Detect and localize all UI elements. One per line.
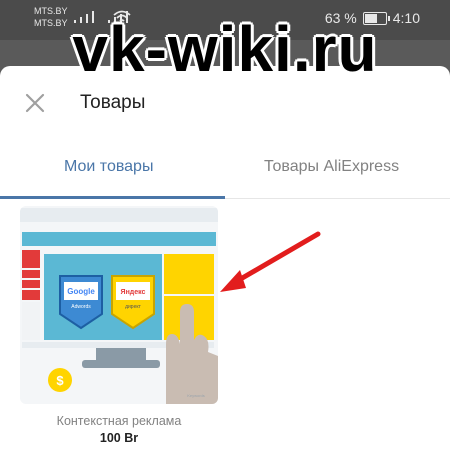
tab-bar: Мои товары Товары AliExpress — [0, 150, 450, 199]
page-title: Товары — [80, 92, 146, 113]
watermark-text: vk-wiki.ru — [72, 13, 378, 85]
close-icon[interactable] — [24, 92, 46, 114]
google-logo-text: Google — [67, 287, 95, 296]
product-image: Google Adwords Яндекс директ $ Keywords — [20, 206, 218, 404]
google-sub-text: Adwords — [71, 304, 91, 310]
products-sheet: Товары Мои товары Товары AliExpress Goog… — [0, 66, 450, 470]
tab-aliexpress[interactable]: Товары AliExpress — [264, 158, 399, 176]
dollar-coin-text: $ — [56, 373, 64, 388]
product-price: 100 Br — [99, 431, 139, 445]
product-card[interactable]: Google Adwords Яндекс директ $ Keywords … — [20, 206, 218, 456]
tab-my-products[interactable]: Мои товары — [64, 158, 153, 176]
yandex-sub-text: директ — [125, 304, 142, 310]
yandex-logo-text: Яндекс — [121, 289, 146, 296]
product-name: Контекстная реклама — [56, 414, 182, 428]
image-corner-mark: Keywords — [187, 393, 205, 398]
active-tab-indicator — [0, 196, 225, 199]
product-illustration: Google Adwords Яндекс директ $ Keywords — [20, 206, 218, 404]
